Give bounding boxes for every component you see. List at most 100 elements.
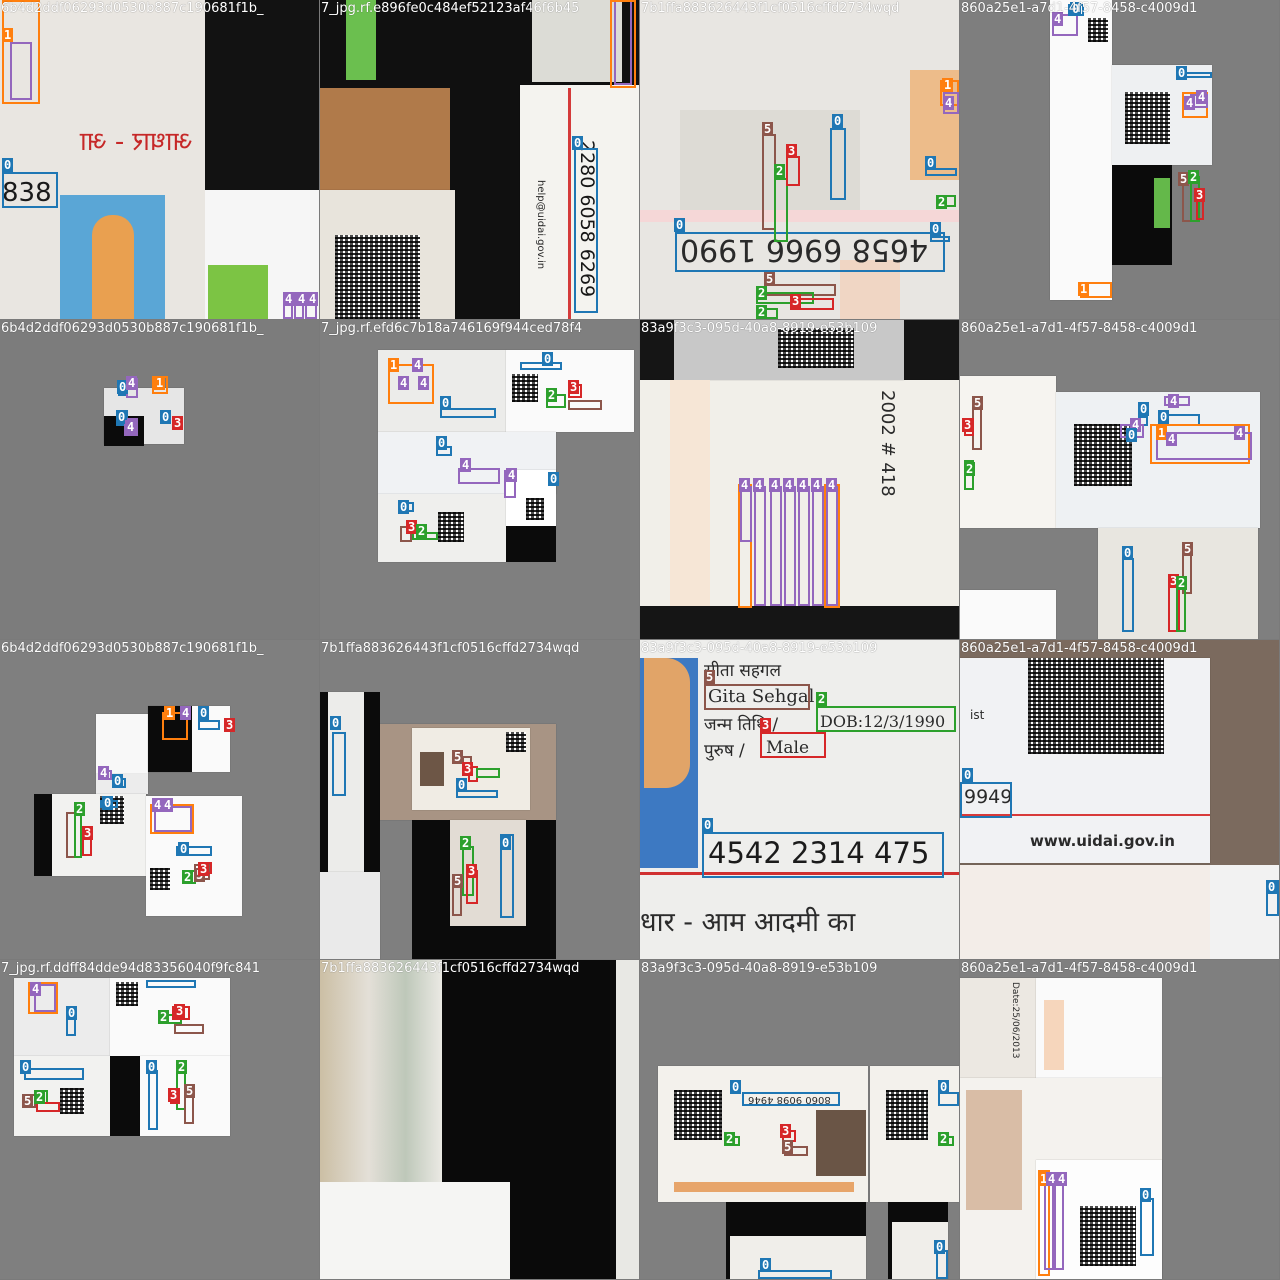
bbox-label-class-4: 4 (418, 376, 430, 390)
bbox-label-class-4: 4 (1168, 394, 1180, 408)
bbox-class-2 (816, 706, 956, 732)
bbox-label-class-5: 5 (184, 1084, 196, 1098)
bbox-label-class-2: 2 (936, 195, 948, 209)
image-tile: 8060 9098 4946 0 0 2 2 3 5 0 0 83a9f3c3-… (640, 960, 959, 1279)
bbox-label-class-3: 3 (174, 1004, 186, 1018)
bbox-label-class-1: 1 (164, 706, 176, 720)
bbox-class-0 (1140, 1198, 1154, 1256)
bbox-label-class-2: 2 (546, 388, 558, 402)
bbox-label-class-2: 2 (34, 1090, 46, 1104)
bbox-label-class-2: 2 (74, 802, 86, 816)
bbox-label-class-1: 1 (942, 78, 954, 92)
image-filename-caption: 83a9f3c3-095d-40a8-8919-e53b109 (641, 321, 878, 336)
bbox-class-2 (774, 178, 788, 242)
bbox-label-class-4: 4 (162, 798, 174, 812)
card-back (1050, 0, 1112, 300)
image-filename-caption: 860a25e1-a7d1-4f57-8458-c4009d1 (961, 1, 1198, 16)
qr-code (886, 1090, 928, 1140)
bbox-label-class-0: 0 (112, 774, 124, 788)
image-tile: Date:25/06/2013 1 4 4 0 860a25e1-a7d1-4f… (960, 960, 1279, 1279)
image-filename-caption: 860a25e1-a7d1-4f57-8458-c4009d1 (961, 961, 1198, 976)
bbox-label-class-0: 0 (832, 114, 844, 128)
help-email-text: help@uidai.gov.in (535, 180, 546, 270)
bbox-class-4 (10, 42, 32, 100)
bbox-label-class-2: 2 (158, 1010, 170, 1024)
bbox-class-2 (1176, 588, 1186, 632)
card-fragment (960, 865, 1210, 959)
bbox-label-class-3: 3 (962, 418, 974, 432)
qr-code (1080, 1206, 1136, 1266)
bbox-label-class-4: 4 (739, 478, 751, 492)
photo-portrait (420, 752, 444, 786)
qr-code (438, 512, 464, 542)
bbox-label-class-4: 4 (826, 478, 838, 492)
image-tile: 2280 6058 6269 help@uidai.gov.in 0 7_jpg… (320, 0, 639, 319)
qr-code (674, 1090, 722, 1140)
image-tile: 1 4 4 4 0 0 2 3 0 4 4 0 0 3 2 7_jpg.rf.e… (320, 320, 639, 639)
bbox-class-0 (332, 732, 346, 796)
bbox-label-class-4: 4 (283, 292, 295, 306)
bbox-label-class-0: 0 (198, 706, 210, 720)
green-stripe (1154, 178, 1170, 228)
bbox-label-class-2: 2 (1188, 170, 1200, 184)
bbox-label-class-0: 0 (930, 222, 942, 236)
card-photo (960, 978, 1036, 1078)
bbox-label-class-5: 5 (782, 1140, 794, 1154)
bbox-label-class-0: 0 (1158, 410, 1170, 424)
bbox-label-class-0: 0 (938, 1080, 950, 1094)
bbox-label-class-0: 0 (548, 472, 560, 486)
image-tile: 4 0 2 3 0 5 2 0 2 5 3 7_jpg.rf.ddff84dde… (0, 960, 319, 1279)
qr-code (506, 732, 526, 752)
qr-code (116, 982, 138, 1006)
gray-background (0, 320, 319, 639)
bbox-label-class-1: 1 (1078, 282, 1090, 296)
bbox-label-class-0: 0 (178, 842, 190, 856)
qr-code (1028, 658, 1164, 754)
image-filename-caption: 7_jpg.rf.ddff84dde94d83356040f9fc841 (1, 961, 260, 976)
bbox-class-2 (476, 768, 500, 778)
qr-code (1125, 92, 1170, 144)
bbox-class-5 (704, 684, 810, 710)
image-tile: 5 3 2 4 0 0 4 1 0 4 4 0 5 3 2 860a25e1-a… (960, 320, 1279, 639)
qr-code (150, 868, 170, 890)
bbox-class-4 (770, 486, 782, 606)
bbox-label-class-3: 3 (568, 380, 580, 394)
bbox-label-class-0: 0 (146, 1060, 158, 1074)
bbox-label-class-4: 4 (1056, 1172, 1068, 1186)
bbox-label-class-4: 4 (126, 376, 138, 390)
bbox-label-class-4: 4 (1234, 426, 1246, 440)
bbox-label-class-4: 4 (811, 478, 823, 492)
bbox-label-class-5: 5 (764, 272, 776, 286)
image-tile: 0 5 3 0 0 2 3 5 7b1ffa883626443f1cf0516c… (320, 640, 639, 959)
bbox-label-class-1: 1 (154, 376, 166, 390)
portrait-face (644, 658, 690, 788)
bbox-label-class-4: 4 (30, 982, 42, 996)
image-filename-caption: 860a25e1-a7d1-4f57-8458-c4009d1 (961, 321, 1198, 336)
bbox-label-class-3: 3 (760, 718, 772, 732)
bbox-class-3 (786, 156, 800, 186)
bbox-label-class-0: 0 (456, 778, 468, 792)
hindi-text: आधार - आ (80, 127, 193, 157)
bbox-label-class-5: 5 (22, 1094, 34, 1108)
bbox-class-4 (740, 486, 752, 542)
bbox-class-4 (1044, 1174, 1054, 1270)
orange-stripe (674, 1182, 854, 1192)
bbox-class-5 (174, 1024, 204, 1034)
image-tile: सीता सहगल Gita Sehgal जन्म तिथि / DOB:12… (640, 640, 959, 959)
bbox-label-class-4: 4 (1166, 432, 1178, 446)
bbox-label-class-4: 4 (398, 376, 410, 390)
bbox-label-class-0: 0 (500, 836, 512, 850)
bbox-label-class-1: 1 (388, 358, 400, 372)
bbox-label-class-4: 4 (506, 468, 518, 482)
mosaic-grid: आधार - आ 838 1 0 4 4 4 6b4d2ddf06293d053… (0, 0, 1280, 1280)
image-tile: 2002 # 418 4 4 4 4 4 4 4 83a9f3c3-095d-4… (640, 320, 959, 639)
bbox-label-class-3: 3 (466, 864, 478, 878)
bbox-label-class-0: 0 (2, 158, 14, 172)
bbox-label-class-0: 0 (962, 768, 974, 782)
bbox-label-class-0: 0 (934, 1240, 946, 1254)
blurred-card (320, 1182, 510, 1279)
bbox-label-class-0: 0 (572, 136, 584, 150)
bbox-label-class-4: 4 (753, 478, 765, 492)
bbox-class-0 (198, 720, 220, 730)
bbox-class-0 (742, 1092, 840, 1106)
